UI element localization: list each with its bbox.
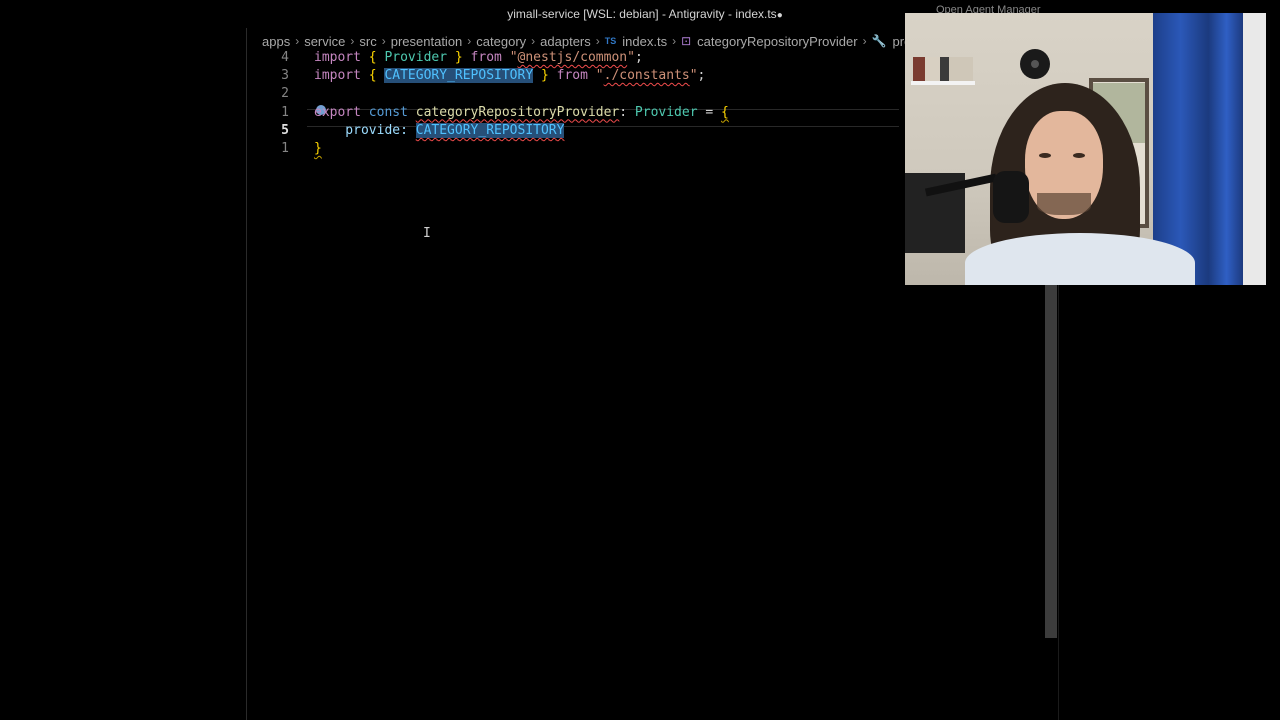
code-token: from	[548, 68, 596, 84]
code-text[interactable]: export const categoryRepositoryProvider:…	[314, 104, 729, 122]
webcam-shelf-items	[913, 57, 973, 81]
code-token: {	[368, 50, 377, 65]
code-token: ./constants	[603, 68, 690, 84]
code-token: from	[462, 50, 510, 65]
line-number[interactable]: 1	[248, 140, 289, 158]
webcam-person-eye	[1073, 153, 1085, 158]
typescript-file-icon: TS	[604, 36, 617, 46]
code-token: ;	[634, 50, 643, 65]
code-token: "	[627, 50, 635, 65]
chevron-right-icon: ›	[672, 34, 677, 48]
code-token: CATEGORY_REPOSITORY	[384, 68, 534, 84]
code-token: {	[368, 68, 377, 84]
code-token: provide:	[314, 122, 416, 138]
code-token: }	[454, 50, 463, 65]
code-token: categoryRepositoryProvider	[415, 104, 620, 120]
chevron-right-icon: ›	[350, 34, 355, 48]
window-title-text: yimall-service [WSL: debian] - Antigravi…	[507, 7, 777, 21]
code-text[interactable]: import { CATEGORY_REPOSITORY } from "./c…	[314, 67, 705, 85]
code-token: @nestjs/common	[517, 50, 628, 65]
breadcrumb-item-presentation[interactable]: presentation	[391, 34, 463, 49]
code-token: }	[541, 68, 549, 84]
code-text[interactable]: import { Provider } from "@nestjs/common…	[314, 49, 643, 67]
chevron-right-icon: ›	[595, 34, 600, 48]
vertical-scrollbar[interactable]	[1045, 284, 1057, 638]
breadcrumb-item-apps[interactable]: apps	[262, 34, 290, 49]
code-token: import	[314, 50, 361, 65]
code-token: Provider	[376, 50, 455, 65]
code-token: ;	[697, 68, 706, 84]
breadcrumb: apps › service › src › presentation › ca…	[262, 31, 918, 51]
code-token: Provider	[634, 104, 698, 120]
sidebar	[0, 28, 247, 720]
code-text[interactable]: provide: CATEGORY_REPOSITORY	[314, 122, 565, 140]
unsaved-indicator: ●	[776, 10, 783, 21]
breadcrumb-item-file[interactable]: index.ts	[622, 34, 667, 49]
line-number[interactable]: 5	[248, 122, 289, 140]
line-number[interactable]: 3	[248, 67, 289, 85]
code-token: export	[314, 104, 361, 120]
breadcrumb-item-adapters[interactable]: adapters	[540, 34, 591, 49]
symbol-variable-icon: ⊡	[681, 34, 692, 48]
line-number[interactable]: 2	[248, 85, 289, 103]
webcam-shelf	[911, 81, 975, 85]
code-token: {	[721, 104, 729, 120]
code-token: CATEGORY_REPOSITORY	[415, 122, 565, 138]
line-number[interactable]: 4	[248, 49, 289, 67]
chevron-right-icon: ›	[381, 34, 386, 48]
code-token: "	[595, 68, 604, 84]
code-token: }	[314, 140, 322, 156]
text-cursor-icon: I	[423, 226, 431, 241]
wrench-icon: 🔧	[871, 34, 887, 48]
code-token: import	[314, 68, 361, 84]
code-token: "	[509, 50, 518, 65]
code-token: =	[697, 104, 722, 120]
code-token: "	[689, 68, 698, 84]
webcam-lamp-bulb	[1031, 60, 1039, 68]
webcam-person-shirt	[965, 233, 1195, 285]
breadcrumb-item-symbol[interactable]: categoryRepositoryProvider	[697, 34, 857, 49]
chevron-right-icon: ›	[295, 34, 300, 48]
webcam-overlay	[905, 13, 1266, 285]
chevron-right-icon: ›	[467, 34, 472, 48]
breadcrumb-item-category[interactable]: category	[476, 34, 526, 49]
breadcrumb-item-service[interactable]: service	[304, 34, 345, 49]
webcam-window	[1243, 13, 1266, 285]
line-number[interactable]: 1	[248, 104, 289, 122]
code-token: const	[360, 104, 416, 120]
chevron-right-icon: ›	[531, 34, 536, 48]
webcam-microphone	[993, 171, 1029, 223]
breadcrumb-item-src[interactable]: src	[359, 34, 376, 49]
chevron-right-icon: ›	[862, 34, 867, 48]
webcam-person-beard	[1037, 193, 1091, 215]
code-text[interactable]: }	[314, 140, 322, 158]
code-token: :	[619, 104, 635, 120]
webcam-person-eye	[1039, 153, 1051, 158]
